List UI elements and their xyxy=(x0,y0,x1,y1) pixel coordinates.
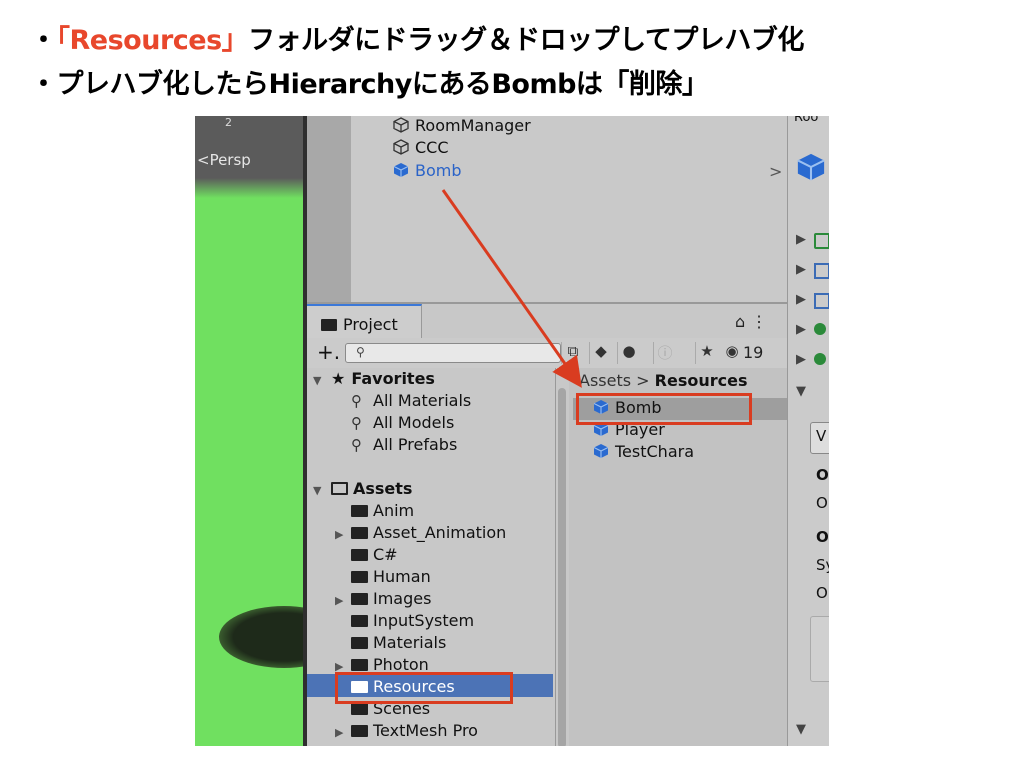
bullet-2: ・プレハブ化したらHierarchyにあるBombは「削除」 xyxy=(30,69,709,100)
bullet-1-text: フォルダにドラッグ＆ドロップしてプレハブ化 xyxy=(248,25,804,56)
bullet-1: ・「Resources」フォルダにドラッグ＆ドロップしてプレハブ化 xyxy=(30,18,804,57)
bullet-1-marker: ・ xyxy=(30,25,57,56)
drag-arrow-icon xyxy=(441,189,582,388)
bullet-1-highlight: 「Resources」 xyxy=(56,25,249,56)
unity-editor-screenshot: 2 <Persp RoomManager CCC Bomb > Roo ▶ ▶ … xyxy=(195,116,829,746)
